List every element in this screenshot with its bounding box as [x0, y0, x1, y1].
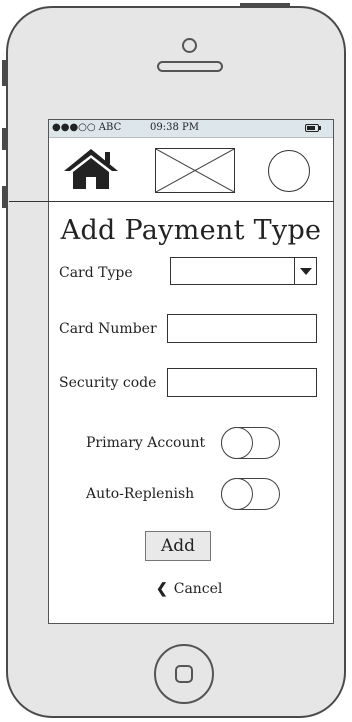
add-button[interactable]: Add: [145, 531, 211, 561]
cancel-label: Cancel: [173, 581, 223, 597]
battery-tip: [319, 126, 321, 130]
home-icon[interactable]: [64, 147, 119, 193]
phone-screen: ●●●○○ ABC 09:38 PM Add Payment Type Card…: [9, 119, 334, 624]
speaker-grille: [157, 61, 223, 72]
status-bar: ●●●○○ ABC 09:38 PM: [49, 120, 333, 138]
carrier-signal: ●●●○○ ABC: [52, 122, 122, 133]
security-code-label: Security code: [59, 375, 157, 391]
power-button: [240, 3, 290, 8]
phone-frame: ●●●○○ ABC 09:38 PM Add Payment Type Card…: [6, 6, 346, 718]
auto-replenish-toggle[interactable]: [221, 478, 280, 510]
battery-icon: [305, 124, 319, 132]
card-number-label: Card Number: [59, 321, 157, 337]
header-divider: [9, 201, 334, 202]
chevron-left-icon: ❮: [156, 581, 168, 597]
volume-up-button: [2, 128, 7, 150]
security-code-input[interactable]: [167, 368, 317, 397]
page-title: Add Payment Type: [60, 215, 322, 246]
status-time: 09:38 PM: [150, 122, 199, 133]
toggle-knob: [221, 427, 253, 459]
volume-down-button: [2, 186, 7, 208]
home-button-square-icon: [175, 665, 193, 683]
toggle-knob: [221, 478, 253, 510]
card-type-select[interactable]: [170, 257, 317, 285]
auto-replenish-label: Auto-Replenish: [86, 486, 195, 502]
circle-icon[interactable]: [268, 150, 310, 192]
card-type-label: Card Type: [59, 265, 133, 281]
cancel-link[interactable]: ❮ Cancel: [156, 581, 222, 597]
mute-switch: [2, 60, 7, 86]
image-placeholder: [155, 148, 235, 193]
front-camera-icon: [182, 38, 197, 53]
card-number-input[interactable]: [167, 314, 317, 343]
primary-account-label: Primary Account: [86, 435, 206, 451]
primary-account-toggle[interactable]: [221, 427, 280, 459]
chevron-down-icon[interactable]: [294, 258, 316, 284]
device-home-button[interactable]: [154, 644, 214, 704]
